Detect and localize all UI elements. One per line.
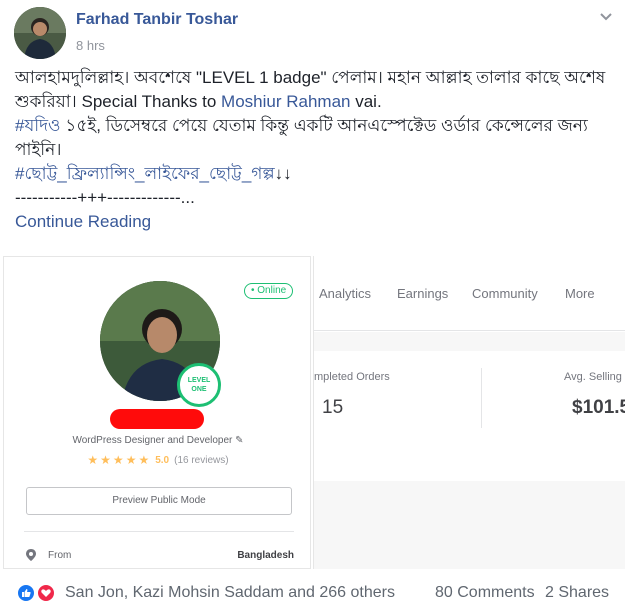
star-icon: ★ bbox=[87, 453, 99, 467]
nav-community: Community bbox=[472, 286, 538, 301]
rating-value: 5.0 bbox=[155, 454, 170, 466]
reactors-text[interactable]: San Jon, Kazi Mohsin Saddam and 266 othe… bbox=[65, 584, 395, 602]
author-avatar[interactable] bbox=[14, 7, 66, 59]
stat-divider bbox=[481, 368, 482, 428]
author-name[interactable]: Farhad Tanbir Toshar bbox=[76, 11, 238, 29]
rating-row: ★ ★ ★ ★ ★ 5.0 (16 reviews) bbox=[4, 453, 312, 467]
level-badge-line2: ONE bbox=[191, 386, 207, 393]
from-value: Bangladesh bbox=[237, 550, 294, 561]
dashboard-panel: Analytics Earnings Community More mplete… bbox=[313, 256, 625, 569]
preview-public-mode-button: Preview Public Mode bbox=[26, 487, 292, 515]
completed-orders-value: 15 bbox=[322, 397, 344, 418]
post-text-segment: vai. bbox=[350, 92, 382, 111]
nav-more: More bbox=[565, 286, 595, 301]
star-icon: ★ bbox=[112, 453, 124, 467]
continue-reading-link[interactable]: Continue Reading bbox=[15, 210, 615, 234]
post-footer: San Jon, Kazi Mohsin Saddam and 266 othe… bbox=[0, 575, 625, 613]
comments-count[interactable]: 80 Comments bbox=[435, 584, 535, 602]
online-badge: • Online bbox=[244, 283, 294, 299]
mention-link[interactable]: Moshiur Rahman bbox=[221, 92, 350, 111]
rating-count: (16 reviews) bbox=[174, 454, 229, 466]
post-image[interactable]: • Online LEVEL ONE WordPress Designer an… bbox=[0, 256, 625, 569]
post-paragraph-2: #যদিও ১৫ই, ডিসেম্বরে পেয়ে যেতাম কিন্তু … bbox=[15, 114, 615, 162]
seller-tagline: WordPress Designer and Developer ✎ bbox=[72, 435, 244, 446]
nav-analytics: Analytics bbox=[319, 286, 372, 301]
completed-orders-label: mpleted Orders bbox=[314, 371, 390, 383]
level-badge-line1: LEVEL bbox=[187, 377, 211, 384]
separator-text: -----------+++-------------... bbox=[15, 188, 195, 207]
avg-selling-value: $101.5 bbox=[572, 397, 625, 418]
post-header: Farhad Tanbir Toshar 8 hrs bbox=[14, 7, 614, 59]
from-label: From bbox=[48, 550, 72, 561]
love-reaction-icon[interactable] bbox=[36, 583, 56, 603]
arrows-text: ↓↓ bbox=[274, 164, 292, 183]
post-paragraph-3: #ছোট্ট_ফ্রিল্যান্সিং_লাইফের_ছোট্ট_গল্প↓↓ bbox=[15, 162, 615, 186]
star-icon: ★ bbox=[125, 453, 137, 467]
divider bbox=[24, 531, 294, 532]
redacted-username bbox=[110, 409, 204, 429]
level-one-badge: LEVEL ONE bbox=[177, 363, 221, 407]
post-paragraph-1: আলহামদুলিল্লাহ। অবশেষে "LEVEL 1 badge" প… bbox=[15, 66, 615, 114]
chevron-down-icon[interactable] bbox=[598, 9, 614, 25]
star-icon: ★ bbox=[138, 453, 150, 467]
post-timestamp[interactable]: 8 hrs bbox=[76, 38, 105, 53]
hashtag-link[interactable]: #যদিও bbox=[15, 116, 61, 135]
post-text: আলহামদুলিল্লাহ। অবশেষে "LEVEL 1 badge" প… bbox=[15, 66, 615, 234]
dashboard-nav: Analytics Earnings Community More bbox=[314, 256, 625, 331]
profile-card: • Online LEVEL ONE WordPress Designer an… bbox=[3, 256, 311, 569]
shares-count[interactable]: 2 Shares bbox=[545, 584, 609, 602]
location-pin-icon bbox=[26, 549, 36, 561]
post-text-segment: ১৫ই, ডিসেম্বরে পেয়ে যেতাম কিন্তু একটি আ… bbox=[15, 116, 588, 159]
hashtag-link[interactable]: #ছোট্ট_ফ্রিল্যান্সিং_লাইফের_ছোট্ট_গল্প bbox=[15, 164, 275, 183]
star-icon: ★ bbox=[100, 453, 111, 467]
nav-earnings: Earnings bbox=[397, 286, 449, 301]
like-reaction-icon[interactable] bbox=[16, 583, 36, 603]
avg-selling-label: Avg. Selling bbox=[564, 371, 622, 383]
